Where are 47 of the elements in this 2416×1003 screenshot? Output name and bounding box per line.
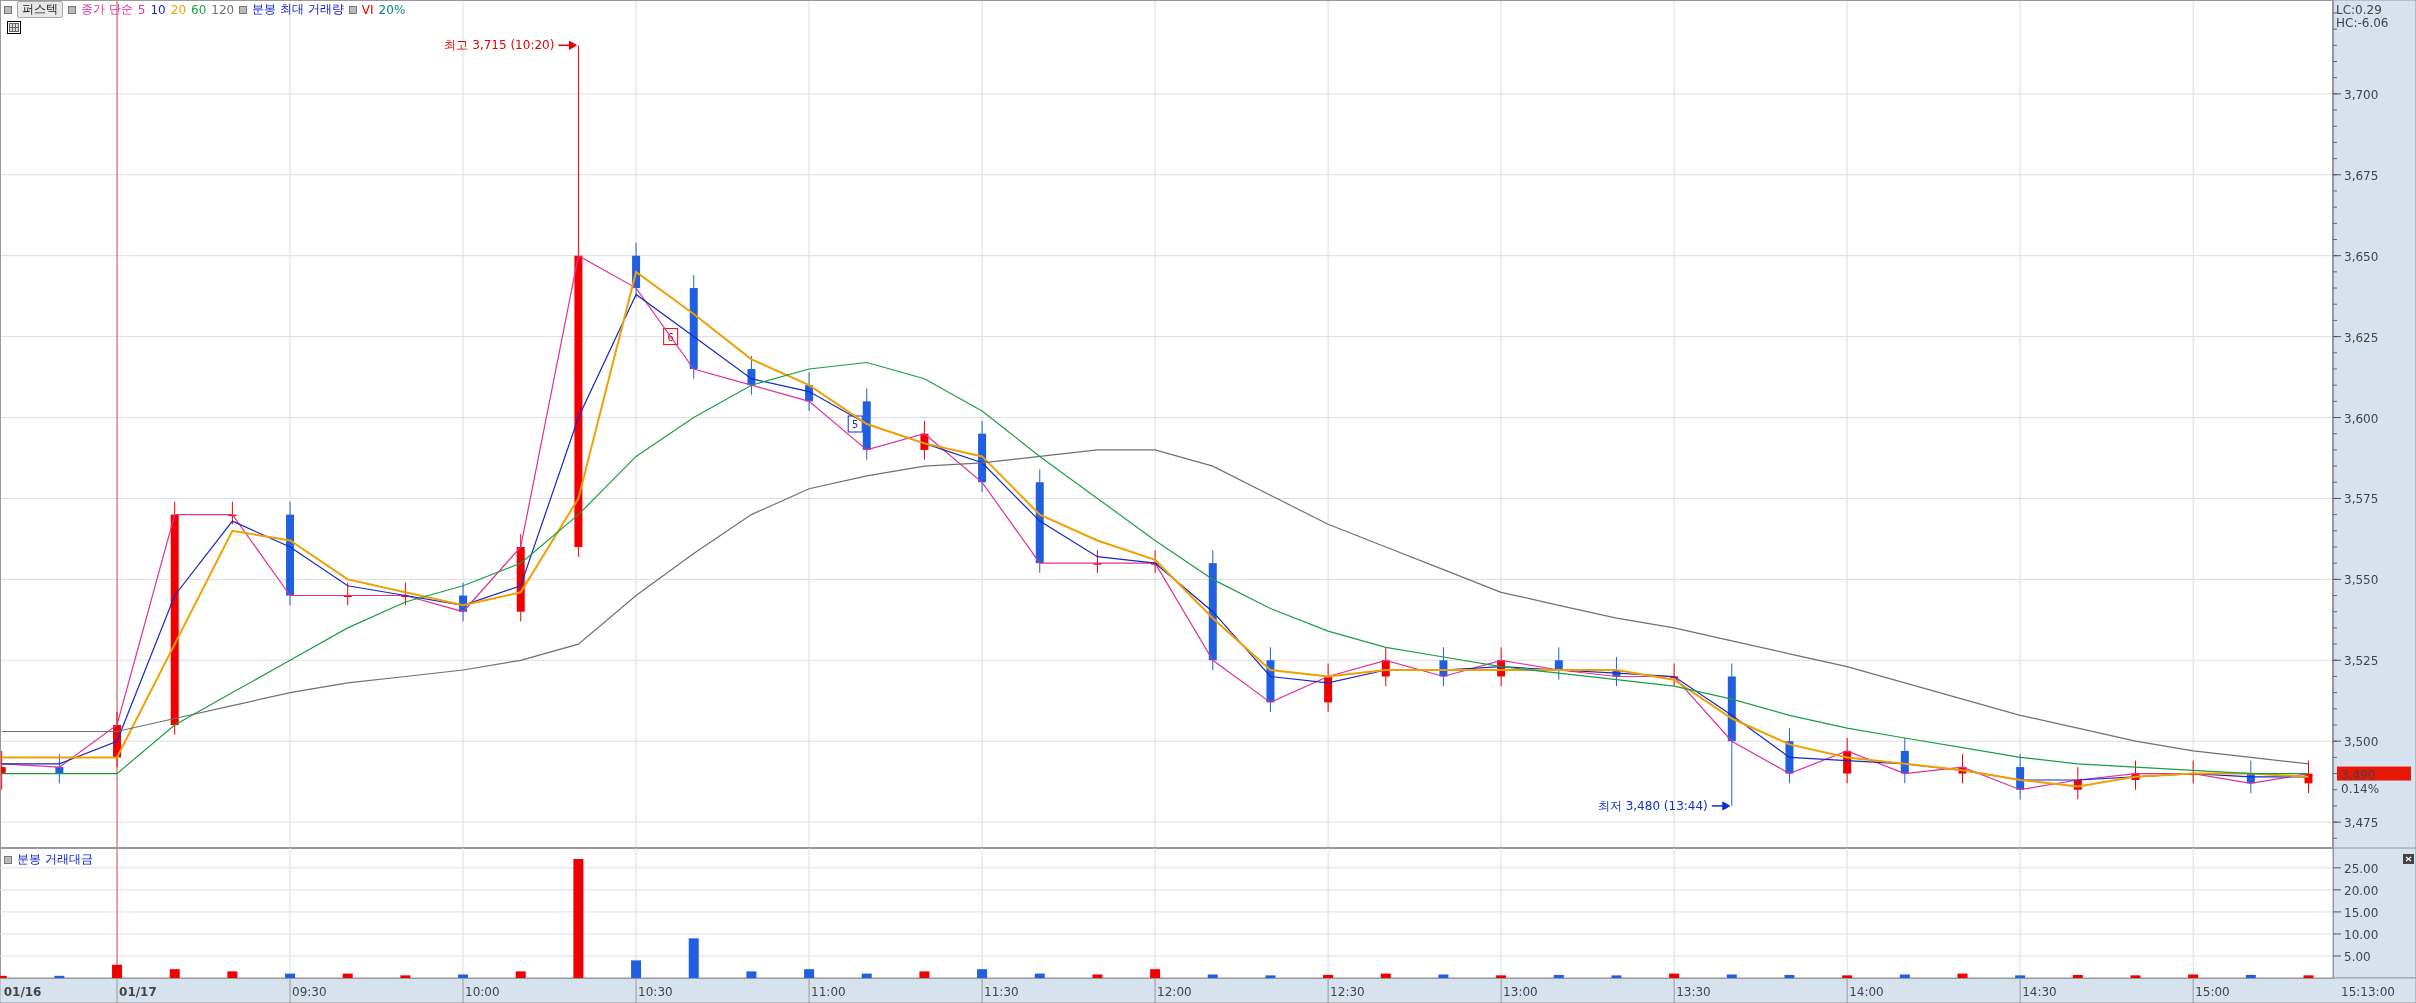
- time-label: 13:30: [1676, 985, 1711, 999]
- time-label: 14:30: [2022, 985, 2057, 999]
- time-label: 11:30: [984, 985, 1019, 999]
- time-label: 01/16: [3, 985, 42, 999]
- legend-item: 20%: [378, 2, 406, 17]
- axis-label: 20.00: [2344, 883, 2379, 898]
- axis-label: 3,675: [2344, 168, 2379, 183]
- axis-label: 5.00: [2344, 949, 2371, 964]
- legend-title: 분봉 거래대금: [17, 851, 93, 868]
- time-label: 12:30: [1330, 985, 1365, 999]
- axis-label: 3,625: [2344, 330, 2379, 345]
- axis-label: 10.00: [2344, 927, 2379, 942]
- time-label: 01/17: [119, 985, 157, 999]
- axis-label: 25.00: [2344, 861, 2379, 876]
- signal-marker: 5: [847, 415, 863, 433]
- axis-label: 3,525: [2344, 654, 2379, 669]
- legend-title: 종가 단순: [81, 1, 133, 18]
- time-label: 10:00: [465, 985, 500, 999]
- low-price-label: 최저 3,480 (13:44): [1597, 798, 1708, 813]
- axis-label: 3,600: [2344, 411, 2379, 426]
- time-label: 14:00: [1849, 985, 1884, 999]
- hc-value: HC:-6.06: [2336, 16, 2389, 30]
- legend-item: 60: [191, 2, 207, 17]
- axis-label: 3,500: [2344, 735, 2379, 750]
- lc-value: LC:0.29: [2336, 3, 2382, 17]
- axis-label: 15.00: [2344, 905, 2379, 920]
- axis-label: 3,700: [2344, 87, 2379, 102]
- legend-item: 120: [211, 2, 235, 17]
- annotation: 5: [852, 419, 859, 430]
- axis-label: 3,475: [2344, 816, 2379, 831]
- time-label: 13:00: [1503, 985, 1538, 999]
- time-label: 11:00: [811, 985, 846, 999]
- legend-item: VI: [361, 2, 374, 17]
- high-price-label: 최고 3,715 (10:20): [444, 38, 555, 53]
- legend-item: 10: [150, 2, 166, 17]
- time-label: 12:00: [1157, 985, 1192, 999]
- legend-title: 분봉 최대 거래량: [252, 1, 344, 18]
- axis-label: 3,575: [2344, 492, 2379, 507]
- legend-item: 20: [170, 2, 187, 17]
- change-percent: 0.14%: [2341, 781, 2380, 796]
- axis-label: 3,650: [2344, 249, 2379, 264]
- current-time: 15:13:00: [2341, 985, 2395, 999]
- time-label: 15:00: [2195, 985, 2230, 999]
- time-label: 09:30: [292, 985, 327, 999]
- legend-item: 5: [137, 2, 146, 17]
- time-label: 10:30: [638, 985, 673, 999]
- axis-label: 3,550: [2344, 573, 2379, 588]
